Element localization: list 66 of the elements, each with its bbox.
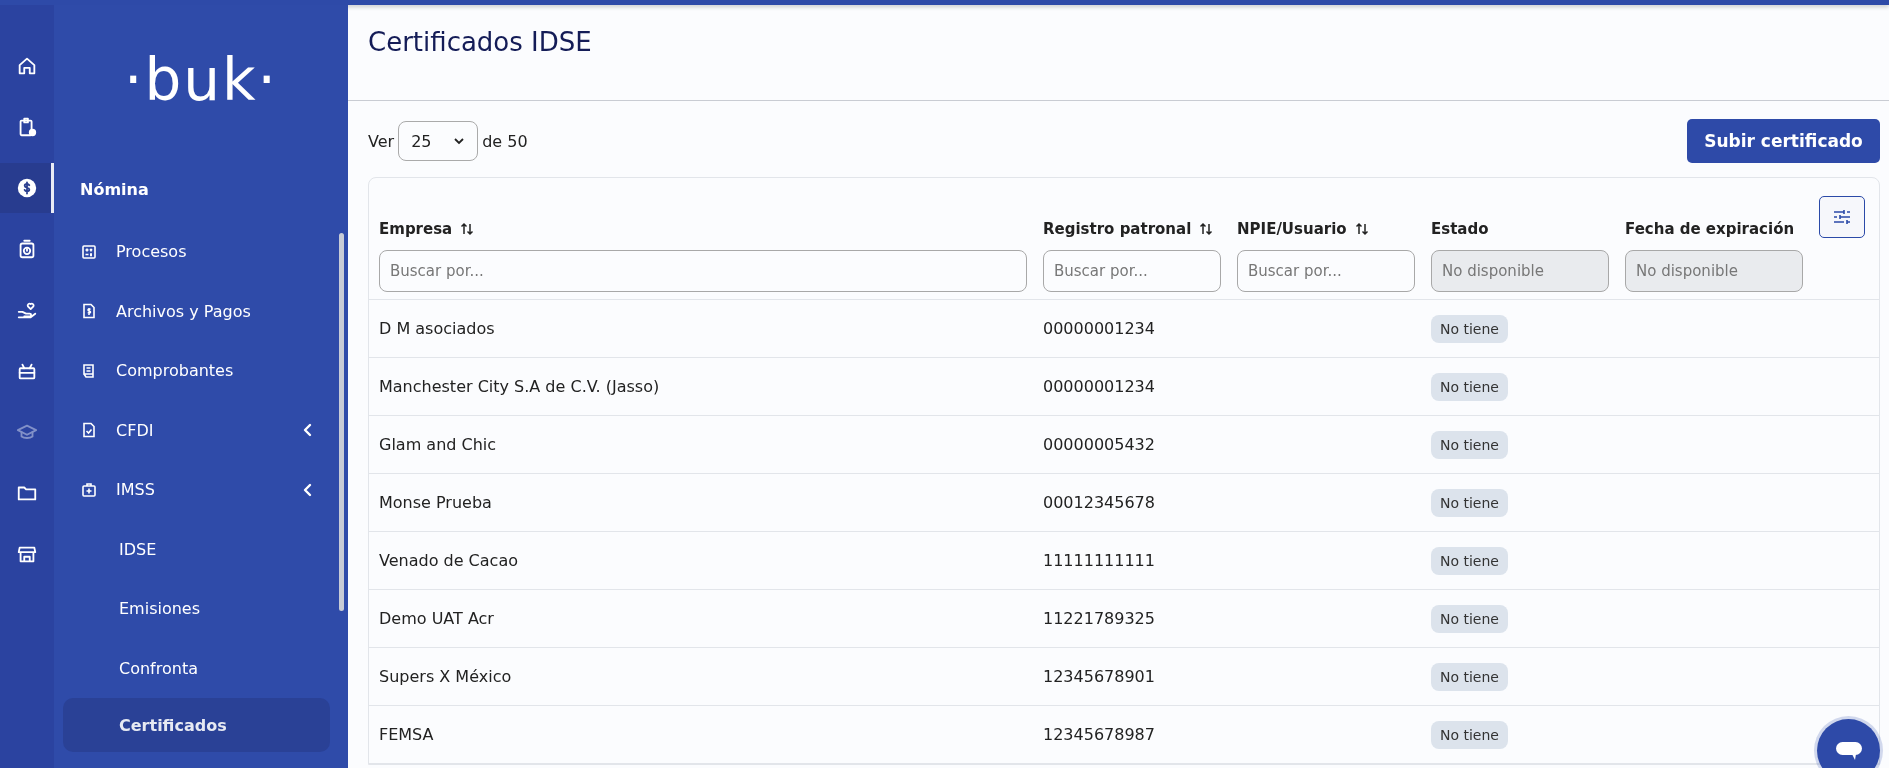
upload-button[interactable]: Subir certificado — [1687, 119, 1880, 163]
logo[interactable]: ·buk· — [54, 50, 348, 120]
submenu-item[interactable]: Emisiones — [54, 579, 348, 639]
chat-bubble-icon — [1833, 739, 1864, 762]
home-icon — [16, 55, 38, 77]
registry-cell: 00012345678 — [1043, 493, 1155, 512]
sort-icon[interactable] — [1354, 221, 1369, 237]
registry-cell: 00000005432 — [1043, 435, 1155, 454]
filter-field[interactable]: Buscar por... — [1043, 250, 1221, 292]
chevron-icon — [302, 423, 314, 438]
column-header[interactable]: Empresa — [379, 220, 453, 238]
settings-button[interactable] — [1819, 196, 1865, 238]
company-cell: Supers X México — [379, 667, 512, 686]
menu-item[interactable]: Procesos — [54, 222, 348, 282]
menu-item-icon — [81, 481, 97, 498]
section-title[interactable]: Nómina — [54, 180, 348, 206]
menu-item-icon — [81, 303, 97, 320]
menu-item-icon — [81, 362, 97, 379]
chevron-icon — [302, 482, 314, 497]
registry-cell: 12345678987 — [1043, 725, 1155, 744]
menu-item[interactable]: Archivos y Pagos — [54, 281, 348, 341]
company-cell: Manchester City S.A de C.V. (Jasso) — [379, 377, 660, 396]
company-cell: Venado de Cacao — [379, 551, 518, 570]
registry-cell: 11111111111 — [1043, 551, 1155, 570]
registry-cell: 12345678901 — [1043, 667, 1155, 686]
caret-icon — [453, 137, 466, 145]
submenu-item[interactable]: Confronta — [54, 638, 348, 698]
scrollbar[interactable] — [339, 233, 344, 611]
status-badge: No tiene — [1431, 489, 1508, 517]
column-header[interactable]: Estado — [1431, 220, 1489, 238]
pager-label: Ver — [368, 131, 395, 151]
status-badge: No tiene — [1431, 315, 1508, 343]
company-cell: D M asociados — [379, 319, 495, 338]
page-size-select[interactable]: 25 — [398, 121, 479, 161]
submenu-item[interactable]: Certificados — [63, 698, 330, 752]
company-cell: Monse Prueba — [379, 493, 492, 512]
registry-cell: 11221789325 — [1043, 609, 1155, 628]
submenu-item[interactable]: IDSE — [54, 519, 348, 579]
registry-cell: 00000001234 — [1043, 377, 1155, 396]
menu-item[interactable]: Comprobantes — [54, 341, 348, 401]
status-badge: No tiene — [1431, 605, 1508, 633]
company-cell: Demo UAT Acr — [379, 609, 494, 628]
registry-cell: 00000001234 — [1043, 319, 1155, 338]
filter-field[interactable]: Buscar por... — [1237, 250, 1415, 292]
sort-icon[interactable] — [1199, 221, 1214, 237]
rail-button[interactable] — [0, 163, 54, 213]
status-badge: No tiene — [1431, 663, 1508, 691]
company-cell: FEMSA — [379, 725, 434, 744]
column-header[interactable]: Registro patronal — [1043, 220, 1192, 238]
column-header[interactable]: Fecha de expiración — [1625, 220, 1795, 238]
menu-item[interactable]: IMSS — [54, 460, 348, 520]
pager-total: de 50 — [482, 131, 528, 151]
status-badge: No tiene — [1431, 547, 1508, 575]
dollar-icon — [16, 177, 38, 199]
menu-item-icon — [81, 243, 97, 260]
menu-item[interactable]: CFDI — [54, 400, 348, 460]
company-cell: Glam and Chic — [379, 435, 497, 454]
sort-icon[interactable] — [460, 221, 475, 237]
menu-item-icon — [81, 422, 97, 439]
status-badge: No tiene — [1431, 431, 1508, 459]
status-badge: No tiene — [1431, 373, 1508, 401]
column-header[interactable]: NPIE/Usuario — [1237, 220, 1347, 238]
filter-field[interactable]: Buscar por... — [379, 250, 1027, 292]
page-title: Certificados IDSE — [368, 27, 593, 57]
status-badge: No tiene — [1431, 721, 1508, 749]
sliders-icon — [1832, 208, 1852, 226]
